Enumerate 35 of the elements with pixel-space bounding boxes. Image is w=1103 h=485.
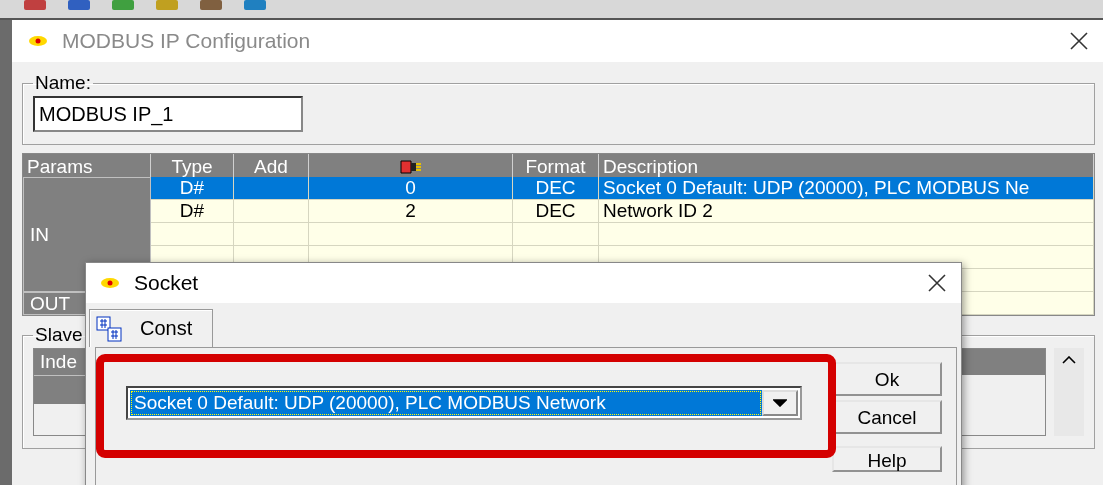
window-icon [28, 35, 48, 47]
column-header: Params [23, 154, 151, 179]
window-icon [100, 277, 120, 289]
toolbar-icon[interactable] [244, 0, 266, 10]
table-cell: Network ID 2 [599, 200, 1094, 223]
close-icon[interactable] [927, 273, 947, 293]
close-icon[interactable] [1069, 31, 1089, 51]
tab[interactable]: Const [89, 309, 214, 347]
table-cell: 0 [309, 177, 513, 200]
group-label: Name: [34, 72, 92, 94]
table-cell: DEC [513, 200, 599, 223]
table-cell: Socket 0 Default: UDP (20000), PLC MODBUS Ne [599, 177, 1094, 200]
group-label: Slave [34, 324, 84, 346]
table-cell: 2 [309, 200, 513, 223]
dialog-button[interactable]: Help [832, 446, 942, 472]
table-cell: DEC [513, 177, 599, 200]
scroll-up-icon [1062, 356, 1076, 364]
name-field[interactable]: MODBUS IP_1 [33, 96, 303, 132]
table-cell: D# [151, 200, 234, 223]
socket-dropdown[interactable]: Socket 0 Default: UDP (20000), PLC MODBUS Network [126, 386, 802, 420]
scrollbar[interactable] [1054, 348, 1084, 436]
toolbar-icon[interactable] [68, 0, 90, 10]
window-title: MODBUS IP Configuration [62, 29, 311, 53]
toolbar-icon[interactable] [112, 0, 134, 10]
grid-icon [96, 315, 122, 342]
toolbar-icon[interactable] [156, 0, 178, 10]
table-cell: D# [151, 177, 234, 200]
plug-icon [399, 158, 422, 175]
toolbar-icon[interactable] [24, 0, 46, 10]
dropdown-caret-icon [773, 399, 787, 407]
column-header: Add [234, 154, 309, 179]
column-header: Type [151, 154, 234, 179]
column-header: Format [513, 154, 599, 179]
toolbar-icon[interactable] [200, 0, 222, 10]
column-header: Description [599, 154, 1094, 179]
